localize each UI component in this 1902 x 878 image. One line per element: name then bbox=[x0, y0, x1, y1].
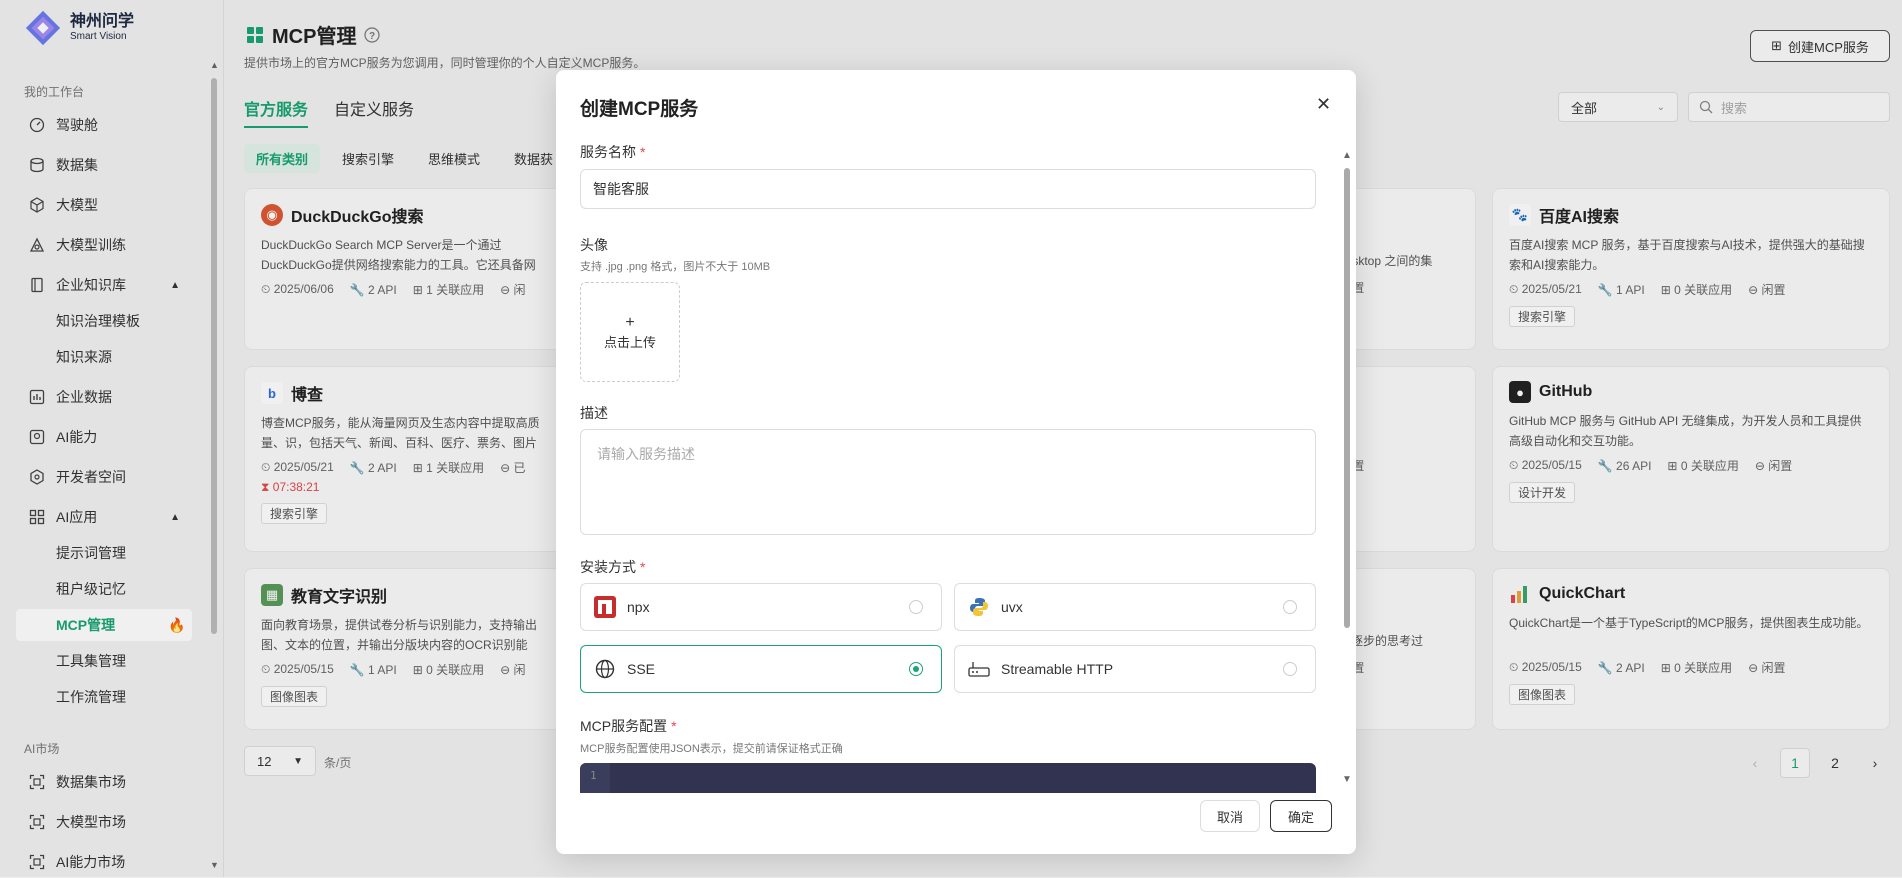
radio-streamable-http[interactable] bbox=[1283, 662, 1297, 676]
option-streamable-http[interactable]: Streamable HTTP bbox=[954, 645, 1316, 693]
python-icon bbox=[967, 595, 991, 619]
name-label: 服务名称 * bbox=[580, 144, 646, 160]
required-mark: * bbox=[640, 559, 646, 575]
radio-uvx[interactable] bbox=[1283, 600, 1297, 614]
required-mark: * bbox=[640, 144, 646, 160]
avatar-upload[interactable]: + 点击上传 bbox=[580, 282, 680, 382]
service-name-input[interactable]: 智能客服 bbox=[580, 169, 1316, 209]
option-npx[interactable]: npx bbox=[580, 583, 942, 631]
desc-label: 描述 bbox=[580, 405, 608, 421]
scroll-up-icon[interactable]: ▲ bbox=[1342, 150, 1352, 161]
avatar-hint: 支持 .jpg .png 格式，图片不大于 10MB bbox=[580, 261, 771, 273]
required-mark: * bbox=[671, 718, 677, 734]
config-label: MCP服务配置 * bbox=[580, 718, 677, 734]
create-mcp-dialog: 创建MCP服务 ✕ 服务名称 * 智能客服 头像 支持 .jpg .png 格式，… bbox=[556, 70, 1356, 854]
option-label: SSE bbox=[627, 661, 656, 677]
scrollbar-thumb[interactable] bbox=[1344, 168, 1350, 628]
dialog-title: 创建MCP服务 bbox=[580, 99, 699, 120]
router-icon bbox=[967, 657, 991, 681]
globe-icon bbox=[593, 657, 617, 681]
avatar-label: 头像 bbox=[580, 237, 608, 253]
upload-label: 点击上传 bbox=[603, 334, 656, 350]
option-sse[interactable]: SSE bbox=[580, 645, 942, 693]
confirm-button[interactable]: 确定 bbox=[1270, 800, 1332, 832]
line-number: 1 bbox=[580, 763, 610, 793]
npm-icon bbox=[593, 595, 617, 619]
option-label: uvx bbox=[1001, 599, 1023, 615]
radio-sse[interactable] bbox=[909, 662, 923, 676]
option-uvx[interactable]: uvx bbox=[954, 583, 1316, 631]
close-icon[interactable]: ✕ bbox=[1316, 94, 1331, 115]
config-hint: MCP服务配置使用JSON表示，提交前请保证格式正确 bbox=[580, 743, 843, 755]
description-textarea[interactable]: 请输入服务描述 bbox=[580, 429, 1316, 535]
cancel-button[interactable]: 取消 bbox=[1200, 800, 1260, 832]
install-label: 安装方式 * bbox=[580, 559, 646, 575]
plus-icon: + bbox=[625, 313, 635, 331]
radio-npx[interactable] bbox=[909, 600, 923, 614]
option-label: npx bbox=[627, 599, 650, 615]
json-config-editor[interactable]: 1 bbox=[580, 763, 1316, 793]
scroll-down-icon[interactable]: ▼ bbox=[1342, 774, 1352, 785]
option-label: Streamable HTTP bbox=[1001, 661, 1114, 677]
dialog-scrollbar[interactable]: ▲ ▼ bbox=[1342, 150, 1352, 790]
